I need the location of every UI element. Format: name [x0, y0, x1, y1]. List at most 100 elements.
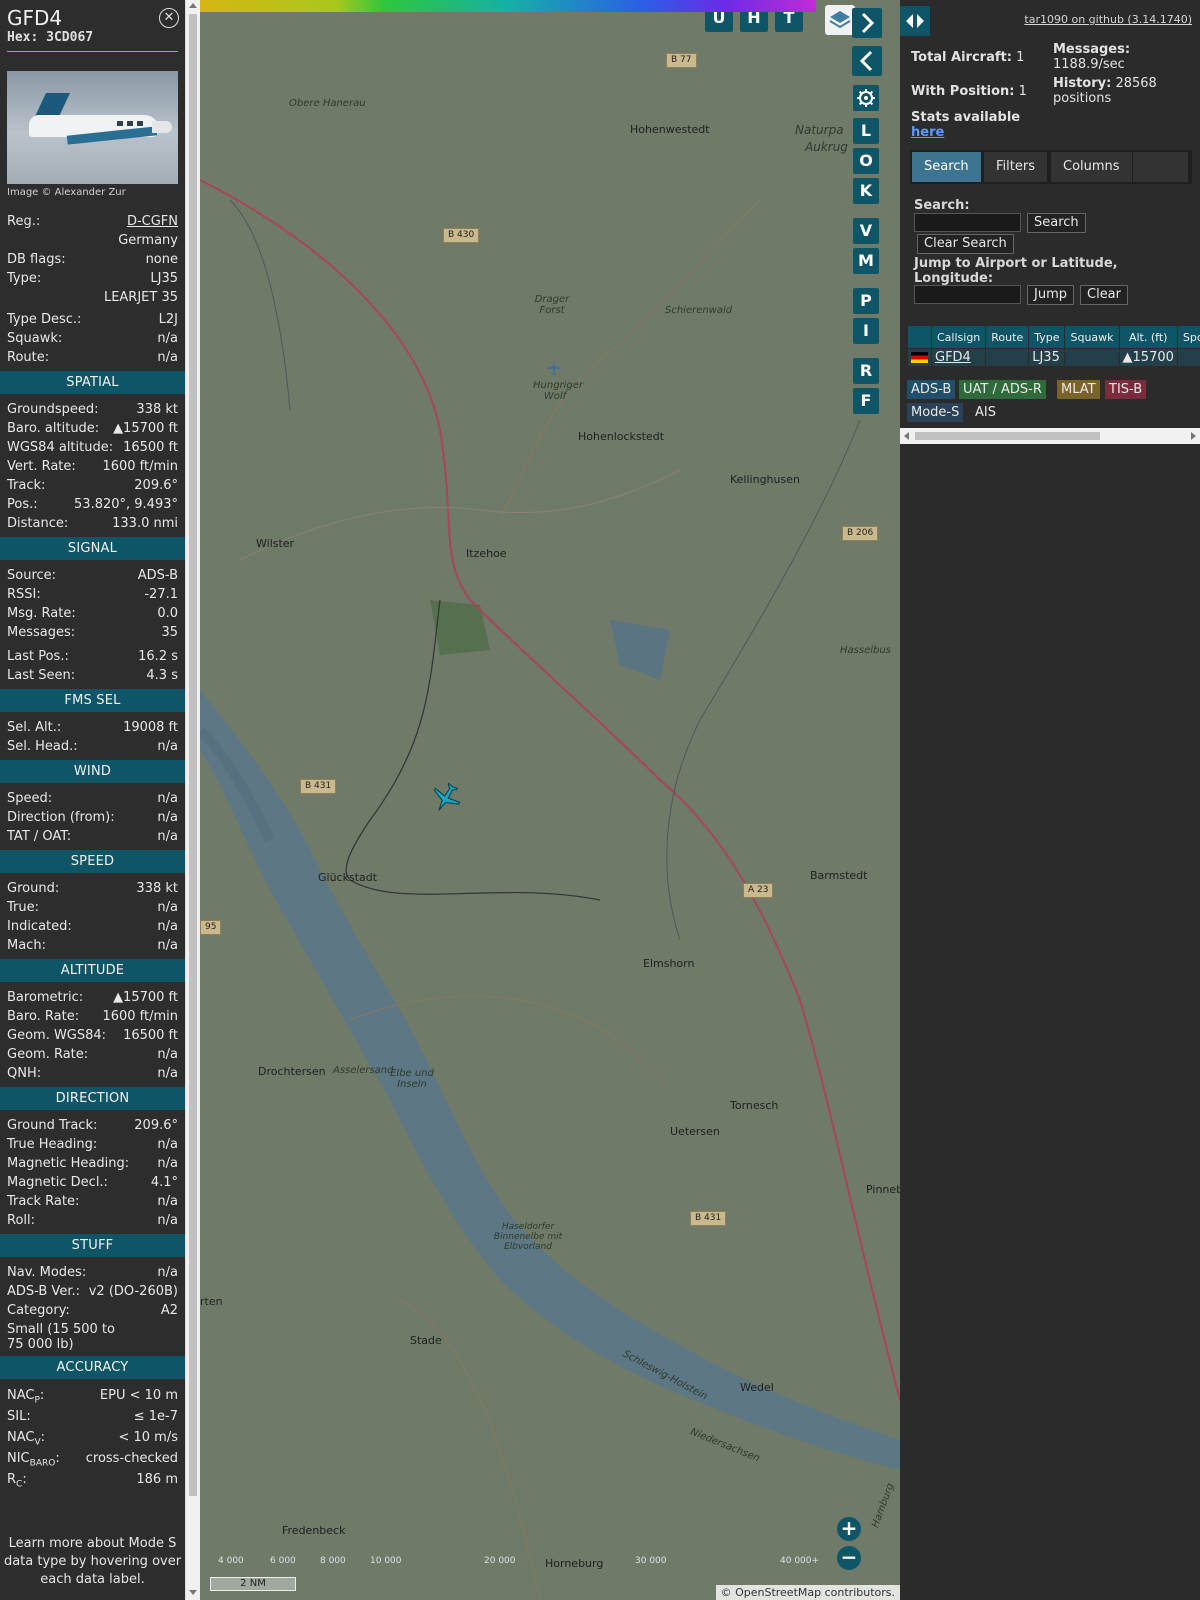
map-label: Obere Hanerau: [289, 98, 366, 109]
row-label: TAT / OAT:: [7, 829, 72, 844]
aircraft-photo[interactable]: [7, 71, 178, 184]
route-value: n/a: [157, 350, 178, 365]
map-button-m[interactable]: M: [853, 248, 879, 274]
tab-search[interactable]: Search: [912, 152, 981, 182]
attribution-prefix: ©: [720, 1586, 736, 1599]
signal-row: Messages: 35: [7, 623, 178, 642]
stats-here-link[interactable]: here: [911, 125, 944, 140]
row-label: Sel. Alt.:: [7, 720, 62, 735]
column-header[interactable]: Route: [985, 325, 1030, 349]
map-button-r[interactable]: R: [853, 358, 879, 384]
germany-flag-icon: [911, 352, 928, 363]
hex-value: 3CD067: [46, 30, 94, 45]
column-header[interactable]: Spd: [1176, 325, 1200, 349]
row-value: n/a: [157, 810, 178, 825]
altitude-colorbar: [200, 0, 816, 12]
source-badge: UAT / ADS-R: [959, 380, 1046, 399]
panel-tabs: Search Filters Columns: [910, 150, 1192, 184]
column-header[interactable]: [907, 325, 932, 349]
map-label: Elbe und Inseln: [390, 1068, 434, 1090]
messages-value: 1188.9/sec: [1053, 57, 1125, 72]
map-button-f[interactable]: F: [853, 388, 879, 414]
type-row: Type: LJ35: [7, 269, 178, 288]
column-header[interactable]: Squawk: [1064, 325, 1120, 349]
github-link[interactable]: tar1090 on github (3.14.1740): [1024, 13, 1192, 26]
scroll-thumb[interactable]: [915, 432, 1100, 440]
tab-columns[interactable]: Columns: [1051, 152, 1132, 182]
direction-row: Track Rate: n/a: [7, 1192, 178, 1211]
aircraft-marker-icon[interactable]: [430, 782, 462, 814]
map-button-p[interactable]: P: [853, 288, 879, 314]
search-button[interactable]: Search: [1027, 213, 1086, 233]
row-value: 19008 ft: [123, 720, 178, 735]
layers-icon[interactable]: [825, 5, 855, 35]
expand-right-icon[interactable]: [852, 8, 882, 38]
speed-row: Indicated: n/a: [7, 917, 178, 936]
tab-filters[interactable]: Filters: [984, 152, 1047, 182]
road-shield: B 431: [690, 1211, 727, 1226]
sidebar-scrollbar[interactable]: [185, 0, 200, 1600]
toggle-panel-icon[interactable]: [900, 6, 930, 36]
zoom-out-button[interactable]: −: [837, 1546, 861, 1570]
map-button-k[interactable]: K: [853, 178, 879, 204]
clear-jump-button[interactable]: Clear: [1080, 285, 1128, 305]
map-label: Asselersand: [333, 1065, 394, 1076]
registration-link[interactable]: D-CGFN: [127, 212, 178, 231]
jump-button[interactable]: Jump: [1027, 285, 1074, 305]
signal-row: RSSI: -27.1: [7, 585, 178, 604]
column-header[interactable]: Callsign: [930, 325, 987, 349]
zoom-in-button[interactable]: +: [837, 1517, 861, 1541]
label-main: R: [7, 1472, 17, 1487]
category-description: Small (15 500 to 75 000 lb): [7, 1322, 115, 1352]
source-badge: TIS-B: [1105, 380, 1147, 399]
column-header[interactable]: Type: [1028, 325, 1066, 349]
map-button-v[interactable]: V: [853, 218, 879, 244]
row-value: 338 kt: [136, 402, 178, 417]
scroll-down-icon[interactable]: [189, 1590, 197, 1595]
map-label: Uetersen: [670, 1125, 720, 1138]
search-input[interactable]: [914, 213, 1021, 232]
header-divider: [7, 51, 178, 52]
map-button-i[interactable]: I: [853, 318, 879, 344]
clear-search-button[interactable]: Clear Search: [917, 234, 1014, 254]
route-row: Route: n/a: [7, 348, 178, 367]
callsign-value[interactable]: GFD4: [935, 350, 971, 365]
map-label: Wedel: [740, 1381, 774, 1394]
scroll-thumb[interactable]: [189, 14, 197, 1496]
hex-label: Hex:: [7, 30, 39, 45]
row-value: EPU < 10 m: [99, 1388, 178, 1403]
row-value: 16500 ft: [123, 1028, 178, 1043]
collapse-left-icon[interactable]: [852, 46, 882, 76]
row-value: 35: [161, 625, 178, 640]
map-attribution: © OpenStreetMap contributors.: [715, 1585, 900, 1600]
row-label: Messages:: [7, 625, 76, 640]
settings-gear-icon[interactable]: [853, 85, 879, 111]
row-label: Source:: [7, 568, 57, 583]
wind-rows: Speed: n/a Direction (from): n/a TAT / OAT: n…: [0, 789, 185, 846]
jump-input[interactable]: [914, 285, 1021, 304]
map-button-l[interactable]: L: [853, 118, 879, 144]
scroll-right-icon[interactable]: [1191, 432, 1196, 440]
row-value: 53.820°, 9.493°: [74, 497, 178, 512]
close-icon[interactable]: ✕: [159, 8, 179, 28]
scroll-left-icon[interactable]: [904, 432, 909, 440]
column-header[interactable]: Alt. (ft): [1118, 325, 1178, 349]
table-row[interactable]: GFD4 LJ35 ▲15700: [907, 348, 1200, 367]
search-label: Search:: [914, 198, 970, 213]
row-value: cross-checked: [85, 1451, 178, 1466]
row-value: n/a: [157, 1137, 178, 1152]
stuff-row: Category: A2: [7, 1301, 178, 1320]
table-horizontal-scrollbar[interactable]: [900, 428, 1200, 444]
label-main: NIC: [7, 1451, 30, 1466]
map-button-o[interactable]: O: [853, 148, 879, 174]
aircraft-info-sidebar: GFD4 Hex: 3CD067 ✕ Image © Alexander Zur…: [0, 0, 185, 1600]
map-view[interactable]: Hohenwestedt Naturpa Aukrug Obere Hanera…: [200, 0, 900, 1600]
aircraft-table: CallsignRouteTypeSquawkAlt. (ft)Spd GFD4…: [907, 325, 1200, 367]
osm-link[interactable]: OpenStreetMap: [735, 1586, 821, 1599]
altitude-row: Baro. Rate: 1600 ft/min: [7, 1007, 178, 1026]
row-label: Ground:: [7, 881, 60, 896]
row-label: RC:: [7, 1469, 27, 1490]
scroll-up-icon[interactable]: [189, 3, 197, 8]
airport-icon[interactable]: [546, 360, 562, 376]
row-label: Baro. altitude:: [7, 421, 100, 436]
